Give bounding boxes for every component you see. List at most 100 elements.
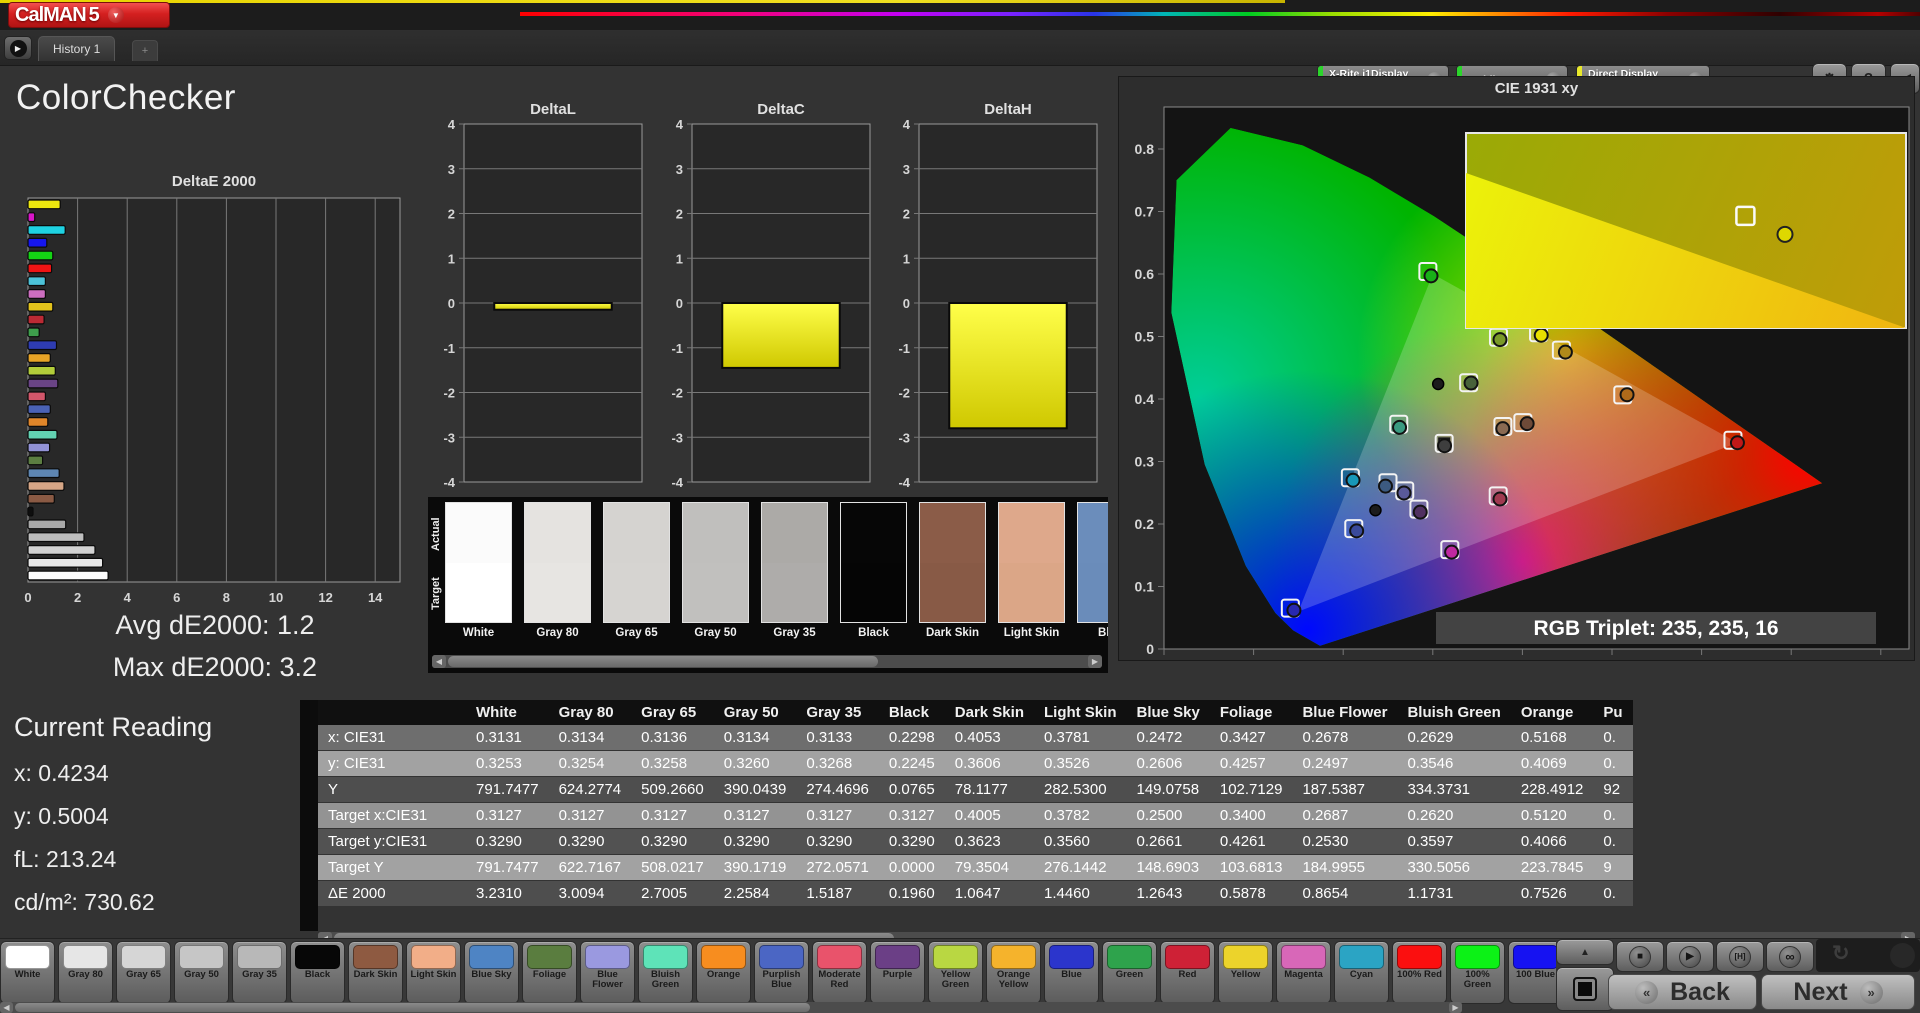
loop-button[interactable]: ∞ <box>1766 941 1814 972</box>
calman-logo-menu[interactable]: CalMAN 5 ▼ <box>8 2 170 28</box>
pattern-swatch-button[interactable]: Blue Flower <box>580 941 635 1004</box>
pattern-swatch-button[interactable]: Bluish Green <box>638 941 693 1004</box>
actual-color <box>841 503 906 563</box>
cie-1931-chart: CIE 1931 xy 0 0.1 0.2 0.3 0.4 0.5 0.6 0.7 0.8 0 0.… <box>1135 80 1910 674</box>
swatch-color <box>1049 945 1094 969</box>
pattern-swatch-button[interactable]: Yellow Green <box>928 941 983 1004</box>
table-cell: 624.2774 <box>548 776 632 803</box>
actual-color <box>525 503 590 563</box>
reading-cdm2: cd/m²: 730.62 <box>14 889 155 915</box>
column-header: Blue Sky <box>1126 700 1210 725</box>
pattern-swatch-button[interactable]: Green <box>1102 941 1157 1004</box>
table-cell: 0.3290 <box>631 828 714 855</box>
tab-nav-button[interactable]: ▶ <box>4 36 32 60</box>
row-label: Target y:CIE31 <box>318 828 466 855</box>
column-header: Gray 35 <box>796 700 879 725</box>
svg-text:3: 3 <box>903 162 910 177</box>
scroll-right-icon[interactable]: ▶ <box>1449 1002 1462 1013</box>
actual-target-strip: Actual Target White Gray 80 Gray 65 Gray 50… <box>428 497 1108 673</box>
scroll-left-icon[interactable]: ◀ <box>432 655 446 668</box>
table-cell: 9 <box>1593 854 1633 881</box>
table-cell: 0.5878 <box>1209 880 1293 907</box>
pattern-swatch-button[interactable]: Purplish Blue <box>754 941 809 1004</box>
pattern-swatch-button[interactable]: Gray 50 <box>174 941 229 1004</box>
add-tab-button[interactable]: + <box>132 40 158 61</box>
pattern-swatch-button[interactable]: Dark Skin <box>348 941 403 1004</box>
scrollbar-thumb[interactable] <box>15 1003 810 1012</box>
interval-button[interactable]: [H] <box>1716 941 1764 972</box>
table-cell: 0.3260 <box>713 750 797 777</box>
scroll-left-icon[interactable]: ◀ <box>0 1002 13 1013</box>
pattern-swatch-button[interactable]: Light Skin <box>406 941 461 1004</box>
table-cell: 274.4696 <box>796 776 879 803</box>
back-label: Back <box>1670 977 1730 1006</box>
pattern-swatch-button[interactable]: Red <box>1160 941 1215 1004</box>
row-label: Y <box>318 776 466 803</box>
swatch-color <box>817 945 862 969</box>
pattern-swatch-button[interactable]: Gray 35 <box>232 941 287 1004</box>
scrollbar-thumb[interactable] <box>448 656 878 667</box>
table-cell: 0.3127 <box>631 802 714 829</box>
swatch-color <box>1223 945 1268 969</box>
table-cell: 0.3290 <box>796 828 879 855</box>
svg-text:0.2: 0.2 <box>1135 516 1155 532</box>
pattern-swatch-button[interactable]: Cyan <box>1334 941 1389 1004</box>
swatch-label: Gray 65 <box>126 969 161 980</box>
pattern-swatch-button[interactable]: Orange Yellow <box>986 941 1041 1004</box>
reading-fl: fL: 213.24 <box>14 846 117 872</box>
next-button[interactable]: Next » <box>1761 974 1915 1010</box>
swatch-label: 100% Red <box>1397 969 1442 980</box>
stop-button[interactable]: ■ <box>1616 941 1664 972</box>
actual-color <box>762 503 827 563</box>
actual-color <box>920 503 985 563</box>
table-cell: 0.3134 <box>713 725 797 751</box>
table-cell: 0.0765 <box>878 776 945 803</box>
svg-text:-2: -2 <box>443 386 455 401</box>
table-cell: 0.1960 <box>878 880 945 907</box>
pattern-up-button[interactable]: ▲ <box>1556 939 1614 965</box>
pattern-swatch-button[interactable]: Blue <box>1044 941 1099 1004</box>
pattern-swatch-button[interactable]: Purple <box>870 941 925 1004</box>
top-yellow-line <box>0 0 1285 3</box>
pattern-swatch-button[interactable]: 100% Red <box>1392 941 1447 1004</box>
pattern-scrollbar[interactable]: ◀ ▶ <box>0 1002 1462 1013</box>
svg-text:12: 12 <box>318 590 332 605</box>
svg-text:-3: -3 <box>898 430 910 445</box>
pattern-swatch-button[interactable]: Foliage <box>522 941 577 1004</box>
swatch-color <box>411 945 456 969</box>
logo-text: CalMAN <box>15 3 87 26</box>
table-cell: 2.2584 <box>713 880 797 907</box>
pattern-swatch-button[interactable]: Magenta <box>1276 941 1331 1004</box>
compare-swatch: Blue <box>1077 502 1108 639</box>
compare-scrollbar[interactable]: ◀ ▶ <box>432 655 1102 668</box>
pattern-swatch-button[interactable]: Gray 65 <box>116 941 171 1004</box>
table-cell: 791.7477 <box>466 854 549 881</box>
table-cell: 0.2298 <box>878 725 945 751</box>
pattern-swatch-button[interactable]: Black <box>290 941 345 1004</box>
pattern-swatch-button[interactable]: White <box>0 941 55 1004</box>
tab-history-1[interactable]: History 1 <box>38 36 116 61</box>
back-button[interactable]: « Back <box>1608 974 1757 1010</box>
swatch-color <box>121 945 166 969</box>
pattern-swatch-button[interactable]: Yellow <box>1218 941 1273 1004</box>
table-row: ΔE 2000 3.2310 3.0094 2.7005 2.2584 1.5187 0.1… <box>318 880 1633 907</box>
pattern-swatch-button[interactable]: Moderate Red <box>812 941 867 1004</box>
svg-text:10: 10 <box>269 590 283 605</box>
scroll-right-icon[interactable]: ▶ <box>1088 655 1102 668</box>
pattern-swatch-button[interactable]: Orange <box>696 941 751 1004</box>
table-cell: 0.2620 <box>1397 802 1511 829</box>
column-header: Blue Flower <box>1292 700 1398 725</box>
swatch-label: Light Skin <box>1003 627 1060 639</box>
play-button[interactable]: ▶ <box>1666 941 1714 972</box>
pattern-swatch-button[interactable]: Gray 80 <box>58 941 113 1004</box>
table-row: Target Y 791.7477 622.7167 508.0217 390.1719… <box>318 854 1633 881</box>
actual-color <box>1078 503 1108 563</box>
pattern-swatch-button[interactable]: 100 Blue <box>1508 941 1556 1004</box>
pattern-window-button[interactable] <box>1556 967 1614 1011</box>
swatch-color <box>1339 945 1384 969</box>
svg-text:0.7: 0.7 <box>1781 658 1801 660</box>
pattern-swatch-button[interactable]: Blue Sky <box>464 941 519 1004</box>
svg-text:-4: -4 <box>898 475 910 490</box>
pattern-swatch-button[interactable]: 100% Green <box>1450 941 1505 1004</box>
rainbow-strip <box>520 12 1920 16</box>
